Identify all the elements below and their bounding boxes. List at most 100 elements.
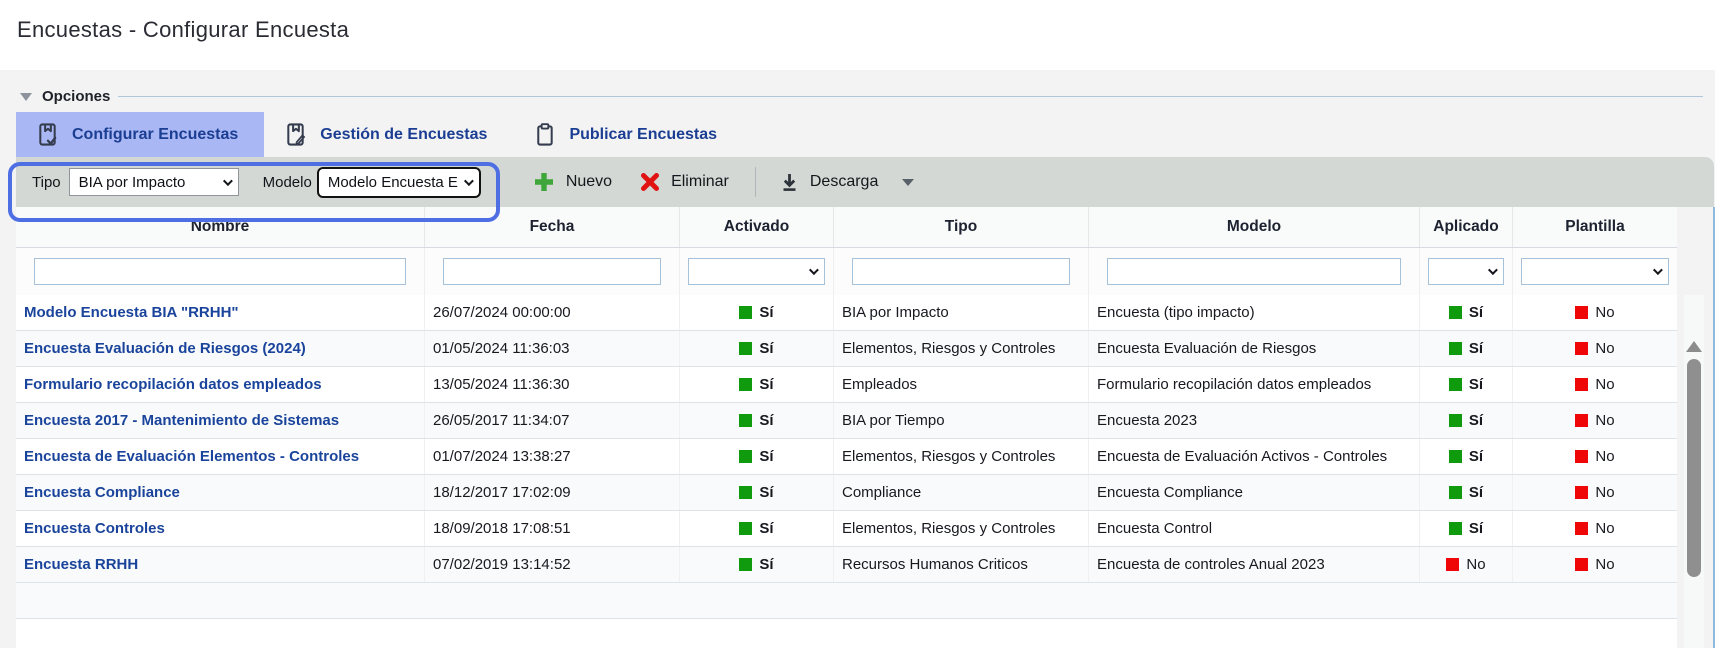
chevron-down-icon bbox=[1653, 265, 1663, 275]
modelo-cell: Encuesta Control bbox=[1089, 511, 1420, 546]
tab-label: Gestión de Encuestas bbox=[320, 126, 487, 144]
options-legend-row: Opciones bbox=[20, 88, 1703, 105]
toolbar-divider bbox=[755, 167, 756, 197]
status-text: Sí bbox=[1469, 448, 1483, 465]
table-row: Encuesta Compliance 18/12/2017 17:02:09 … bbox=[16, 475, 1677, 511]
column-header-fecha[interactable]: Fecha bbox=[425, 207, 680, 247]
column-header-modelo[interactable]: Modelo bbox=[1089, 207, 1420, 247]
survey-name-link[interactable]: Encuesta Compliance bbox=[16, 475, 425, 510]
status-text: Sí bbox=[1469, 520, 1483, 537]
survey-name-link[interactable]: Encuesta 2017 - Mantenimiento de Sistema… bbox=[16, 403, 425, 438]
aplicado-cell: Sí bbox=[1420, 295, 1513, 330]
clipboard-icon bbox=[533, 122, 556, 147]
status-text: No bbox=[1595, 412, 1614, 429]
aplicado-cell: Sí bbox=[1420, 475, 1513, 510]
scroll-up-arrow-icon[interactable] bbox=[1686, 341, 1702, 352]
status-square-icon bbox=[1575, 450, 1588, 463]
activado-cell: Sí bbox=[680, 511, 834, 546]
scrollbar-thumb[interactable] bbox=[1687, 359, 1701, 577]
status-text: No bbox=[1595, 484, 1614, 501]
nuevo-button-label: Nuevo bbox=[566, 173, 612, 191]
eliminar-button[interactable]: Eliminar bbox=[640, 172, 729, 192]
tab-publicar-encuestas[interactable]: Publicar Encuestas bbox=[513, 112, 743, 157]
aplicado-cell: Sí bbox=[1420, 331, 1513, 366]
filter-activado-select[interactable] bbox=[688, 258, 825, 285]
collapse-arrow-icon[interactable] bbox=[20, 93, 32, 101]
status-square-icon bbox=[1449, 486, 1462, 499]
filter-tipo-input[interactable] bbox=[852, 258, 1070, 285]
tipo-cell: Elementos, Riesgos y Controles bbox=[834, 439, 1089, 474]
survey-name-link[interactable]: Encuesta Controles bbox=[16, 511, 425, 546]
modelo-select[interactable]: Modelo Encuesta E bbox=[317, 167, 481, 198]
activado-cell: Sí bbox=[680, 295, 834, 330]
modelo-cell: Encuesta 2023 bbox=[1089, 403, 1420, 438]
status-square-icon bbox=[739, 306, 752, 319]
filter-fecha-input[interactable] bbox=[443, 258, 661, 285]
survey-edit-icon bbox=[284, 122, 307, 147]
aplicado-cell: Sí bbox=[1420, 403, 1513, 438]
status-text: Sí bbox=[759, 376, 773, 393]
column-header-nombre[interactable]: Nombre bbox=[16, 207, 425, 247]
status-square-icon bbox=[1449, 378, 1462, 391]
table-body: Modelo Encuesta BIA "RRHH" 26/07/2024 00… bbox=[16, 295, 1677, 583]
status-text: Sí bbox=[759, 340, 773, 357]
modelo-label: Modelo bbox=[263, 174, 312, 191]
filter-aplicado-select[interactable] bbox=[1428, 258, 1504, 285]
filter-modelo-input[interactable] bbox=[1107, 258, 1401, 285]
fecha-cell: 18/12/2017 17:02:09 bbox=[425, 475, 680, 510]
survey-name-link[interactable]: Encuesta de Evaluación Elementos - Contr… bbox=[16, 439, 425, 474]
survey-name-link[interactable]: Modelo Encuesta BIA "RRHH" bbox=[16, 295, 425, 330]
plantilla-cell: No bbox=[1513, 403, 1677, 438]
survey-name-link[interactable]: Encuesta RRHH bbox=[16, 547, 425, 582]
status-square-icon bbox=[1575, 558, 1588, 571]
tab-gestion-de-encuestas[interactable]: Gestión de Encuestas bbox=[264, 112, 513, 157]
survey-name-link[interactable]: Formulario recopilación datos empleados bbox=[16, 367, 425, 402]
tipo-select[interactable]: BIA por Impacto bbox=[69, 168, 239, 196]
plus-icon bbox=[533, 171, 555, 193]
filter-plantilla-select[interactable] bbox=[1521, 258, 1669, 285]
tipo-cell: BIA por Tiempo bbox=[834, 403, 1089, 438]
table-row: Encuesta Controles 18/09/2018 17:08:51 S… bbox=[16, 511, 1677, 547]
tipo-cell: BIA por Impacto bbox=[834, 295, 1089, 330]
survey-name-link[interactable]: Encuesta Evaluación de Riesgos (2024) bbox=[16, 331, 425, 366]
status-square-icon bbox=[739, 414, 752, 427]
filter-nombre-input[interactable] bbox=[34, 258, 406, 285]
tipo-cell: Compliance bbox=[834, 475, 1089, 510]
status-text: Sí bbox=[1469, 484, 1483, 501]
status-square-icon bbox=[1449, 450, 1462, 463]
activado-cell: Sí bbox=[680, 439, 834, 474]
column-header-activado[interactable]: Activado bbox=[680, 207, 834, 247]
modelo-cell: Encuesta de controles Anual 2023 bbox=[1089, 547, 1420, 582]
status-text: No bbox=[1595, 304, 1614, 321]
status-text: No bbox=[1595, 520, 1614, 537]
page-header: Encuestas - Configurar Encuesta bbox=[0, 0, 1715, 70]
download-icon bbox=[780, 172, 799, 192]
status-square-icon bbox=[1575, 486, 1588, 499]
fecha-cell: 26/07/2024 00:00:00 bbox=[425, 295, 680, 330]
status-text: No bbox=[1595, 448, 1614, 465]
legend-divider-line bbox=[118, 96, 1703, 97]
aplicado-cell: No bbox=[1420, 547, 1513, 582]
survey-check-icon bbox=[36, 122, 59, 147]
status-text: Sí bbox=[1469, 412, 1483, 429]
vertical-scrollbar[interactable] bbox=[1684, 295, 1704, 648]
table-row: Encuesta RRHH 07/02/2019 13:14:52 Sí Rec… bbox=[16, 547, 1677, 583]
column-header-plantilla[interactable]: Plantilla bbox=[1513, 207, 1677, 247]
fecha-cell: 01/05/2024 11:36:03 bbox=[425, 331, 680, 366]
tab-configurar-encuestas[interactable]: Configurar Encuestas bbox=[16, 112, 264, 157]
descarga-button[interactable]: Descarga bbox=[780, 172, 914, 192]
tipo-cell: Elementos, Riesgos y Controles bbox=[834, 511, 1089, 546]
status-square-icon bbox=[1446, 558, 1459, 571]
modelo-cell: Formulario recopilación datos empleados bbox=[1089, 367, 1420, 402]
status-square-icon bbox=[1449, 306, 1462, 319]
tipo-cell: Empleados bbox=[834, 367, 1089, 402]
column-header-tipo[interactable]: Tipo bbox=[834, 207, 1089, 247]
status-square-icon bbox=[739, 558, 752, 571]
status-square-icon bbox=[1449, 414, 1462, 427]
column-header-aplicado[interactable]: Aplicado bbox=[1420, 207, 1513, 247]
tipo-select-value: BIA por Impacto bbox=[79, 174, 186, 191]
caret-down-icon bbox=[902, 179, 914, 186]
nuevo-button[interactable]: Nuevo bbox=[533, 171, 612, 193]
filter-row bbox=[16, 248, 1677, 295]
fecha-cell: 26/05/2017 11:34:07 bbox=[425, 403, 680, 438]
